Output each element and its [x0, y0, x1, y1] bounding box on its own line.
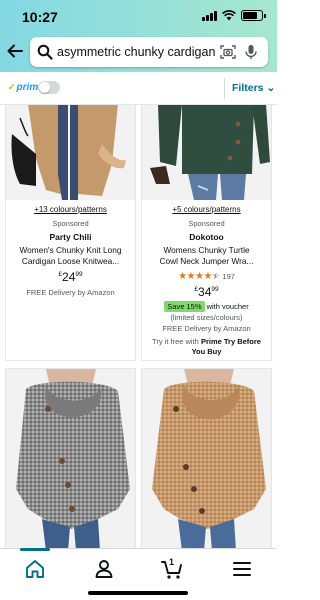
product-image[interactable]: [6, 369, 135, 548]
prime-try-prefix: Try it free with: [152, 337, 199, 346]
product-image[interactable]: [6, 105, 135, 200]
home-icon[interactable]: [23, 557, 47, 581]
price: £3499: [142, 285, 271, 299]
product-title-line: Women's Chunky Knit Long: [19, 245, 122, 255]
product-image[interactable]: [142, 369, 271, 548]
search-box[interactable]: asymmetric chunky cardigan: [30, 37, 268, 67]
prime-check-icon: ✓: [8, 82, 16, 92]
delivery-info: FREE Delivery by Amazon: [162, 324, 251, 333]
status-time: 10:27: [22, 9, 58, 25]
prime-toggle-knob: [39, 82, 50, 93]
voucher-text: with voucher: [206, 302, 249, 311]
product-card[interactable]: +5 colours/patterns Sponsored Dokotoo Wo…: [141, 105, 272, 361]
sponsored-label: Sponsored: [52, 219, 89, 228]
limited-note: (limited sizes/colours): [170, 313, 243, 322]
price: £2499: [6, 270, 135, 284]
star-rating-icon: ★★★★★: [178, 271, 221, 282]
product-card[interactable]: +13 colours/patterns Sponsored Party Chi…: [5, 105, 136, 361]
camera-scan-icon[interactable]: [220, 44, 236, 60]
product-title[interactable]: Womens Chunky Turtle Cowl Neck Jumper Wr…: [142, 245, 271, 267]
colors-link[interactable]: +5 colours/patterns: [142, 205, 271, 214]
status-bar: 10:27: [0, 0, 277, 30]
product-title[interactable]: Women's Chunky Knit Long Cardigan Loose …: [6, 245, 135, 267]
prime-try-link: Prime Try Before You Buy: [191, 337, 261, 356]
filters-divider: [224, 78, 225, 99]
voucher-row: Save 15% with voucher: [142, 301, 271, 312]
product-photo-camel-cardigan: [142, 369, 271, 548]
search-results-grid: +13 colours/patterns Sponsored Party Chi…: [0, 105, 277, 548]
product-card[interactable]: [5, 368, 136, 548]
product-photo-grey-cardigan: [6, 369, 135, 548]
prime-toggle[interactable]: [38, 81, 60, 94]
rating[interactable]: ★★★★★ 197: [142, 271, 271, 282]
app-header: 10:27 asymmetric chunky cardigan: [0, 0, 277, 72]
prime-try-info: Try it free with Prime Try Before You Bu…: [142, 337, 271, 357]
brand-name: Dokotoo: [189, 232, 224, 242]
product-card[interactable]: [141, 368, 272, 548]
filters-button[interactable]: Filters ⌄: [232, 82, 275, 94]
cellular-signal-icon: [202, 10, 217, 21]
sponsored-label: Sponsored: [188, 219, 225, 228]
product-title-line: Womens Chunky Turtle: [163, 245, 250, 255]
bottom-tab-bar: 1: [0, 548, 277, 600]
delivery-info: FREE Delivery by Amazon: [26, 288, 115, 297]
price-whole: 34: [198, 285, 212, 299]
battery-icon: [241, 10, 266, 21]
brand-name: Party Chili: [49, 232, 92, 242]
filters-label: Filters: [232, 82, 264, 94]
account-icon[interactable]: [92, 557, 116, 581]
home-indicator: [88, 591, 188, 595]
search-icon: [37, 44, 53, 60]
save-badge: Save 15%: [164, 301, 205, 312]
back-arrow-icon[interactable]: [6, 42, 24, 60]
search-input[interactable]: asymmetric chunky cardigan: [57, 45, 215, 59]
product-photo-tan-cardigan: [6, 105, 135, 200]
chevron-down-icon: ⌄: [266, 82, 276, 94]
product-title-line: Cowl Neck Jumper Wra...: [159, 256, 254, 266]
cart-count-badge: 1: [169, 557, 175, 567]
cart-button[interactable]: 1: [160, 557, 184, 581]
status-icons: [202, 10, 266, 21]
menu-icon[interactable]: [230, 557, 254, 581]
product-title-line: Cardigan Loose Knitwea...: [21, 256, 120, 266]
microphone-icon[interactable]: [244, 44, 258, 60]
battery-level: [243, 12, 258, 19]
price-fraction: 99: [211, 286, 219, 293]
price-fraction: 99: [75, 271, 83, 278]
product-info: +13 colours/patterns Sponsored Party Chi…: [6, 205, 135, 297]
colors-link[interactable]: +13 colours/patterns: [6, 205, 135, 214]
active-tab-indicator: [20, 548, 50, 551]
product-photo-green-jumper: [142, 105, 271, 200]
rating-count: 197: [222, 272, 235, 281]
product-image[interactable]: [142, 105, 271, 200]
filter-bar: ✓prime Filters ⌄: [0, 72, 277, 105]
wifi-icon: [222, 10, 236, 21]
product-info: +5 colours/patterns Sponsored Dokotoo Wo…: [142, 205, 271, 357]
price-whole: 24: [62, 270, 76, 284]
